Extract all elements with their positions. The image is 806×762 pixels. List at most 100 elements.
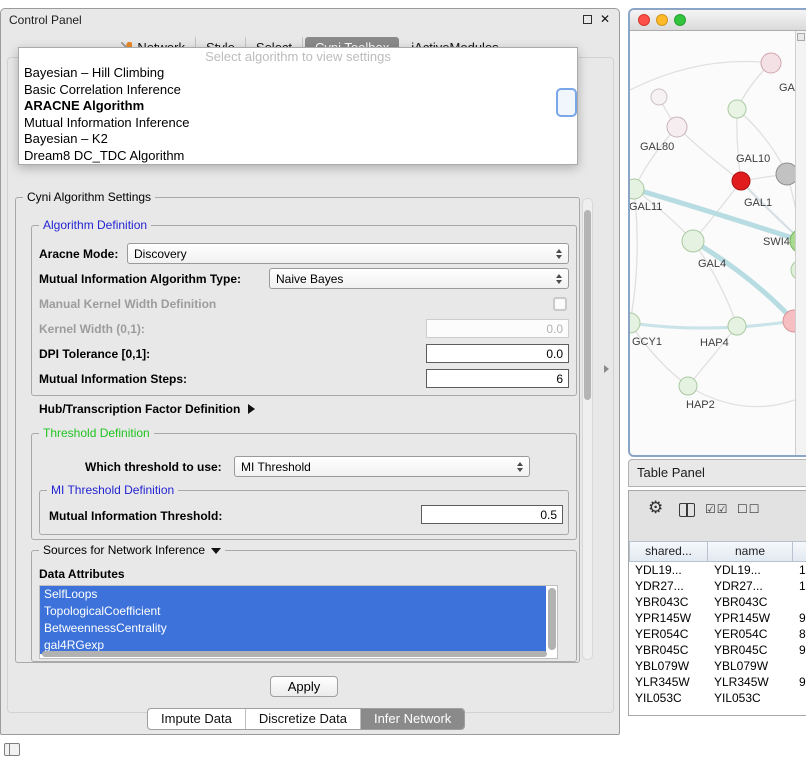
node-label-hap4: HAP4 [700,337,729,349]
table-cell: YDL19... [708,562,793,578]
restore-panel-icon[interactable] [4,743,20,756]
table-cell: 8. [793,626,806,642]
threshold-definition-title: Threshold Definition [39,426,154,440]
table-row[interactable]: YBR043CYBR043C [629,594,806,610]
network-node[interactable] [630,313,640,333]
hub-section-label: Hub/Transcription Factor Definition [39,402,240,416]
deselect-all-checkboxes-icon[interactable]: ☐☐ [737,502,761,516]
mode-tab-infer-network[interactable]: Infer Network [361,709,464,729]
algorithm-option-mutual-information-inference[interactable]: Mutual Information Inference [19,115,577,132]
close-traffic-light[interactable] [638,14,650,26]
which-threshold-select[interactable]: MI Threshold [234,456,530,477]
table-row[interactable]: YIL053CYIL053C [629,690,806,706]
data-attributes-label: Data Attributes [39,567,125,581]
table-row[interactable]: YBR045CYBR045C9. [629,642,806,658]
mode-tab-discretize-data[interactable]: Discretize Data [246,709,361,729]
aracne-mode-value: Discovery [134,247,187,261]
algorithm-option-bayesian-k2[interactable]: Bayesian – K2 [19,131,577,148]
table-cell: YIL053C [629,690,708,706]
which-threshold-value: MI Threshold [241,460,311,474]
algorithm-option-dream8-dc-tdc-algorithm[interactable]: Dream8 DC_TDC Algorithm [19,148,577,165]
mi-steps-field[interactable]: 6 [426,369,569,388]
node-label-gal1: GAL1 [744,197,772,209]
network-node[interactable] [679,377,697,395]
network-window-titlebar[interactable] [630,10,806,31]
network-scrollbar-button[interactable] [797,33,805,41]
algorithm-option-bayesian-hill-climbing[interactable]: Bayesian – Hill Climbing [19,65,577,82]
attribute-item-selfloops[interactable]: SelfLoops [40,586,546,603]
float-window-icon[interactable] [583,15,592,24]
data-attributes-list[interactable]: SelfLoopsTopologicalCoefficientBetweenne… [39,585,558,659]
table-cell: YDR27... [629,578,708,594]
list-vertical-scrollbar-thumb[interactable] [548,588,556,650]
hub-section-toggle[interactable]: Hub/Transcription Factor Definition [39,402,255,416]
table-cell: YER054C [708,626,793,642]
table-row[interactable]: YDL19...YDL19...13 [629,562,806,578]
table-cell: 12 [793,578,806,594]
which-threshold-label: Which threshold to use: [85,460,222,474]
node-label-swi4: SWI4 [763,236,790,248]
table-column-header[interactable]: shared... [629,541,708,562]
table-column-header[interactable] [793,541,806,562]
network-node[interactable] [682,230,704,252]
network-node[interactable] [732,172,750,190]
network-node[interactable] [728,100,746,118]
mi-algorithm-type-value: Naive Bayes [276,272,343,286]
kernel-width-field[interactable]: 0.0 [426,319,569,338]
network-node[interactable] [651,89,667,105]
expand-right-icon [248,404,255,414]
network-node[interactable] [630,179,644,199]
minimize-traffic-light[interactable] [656,14,668,26]
select-all-checkboxes-icon[interactable]: ☑☑ [705,502,729,516]
algorithm-definition-title: Algorithm Definition [39,218,151,232]
table-cell: YPR145W [629,610,708,626]
network-scrollbar[interactable] [795,31,806,455]
attribute-item-betweennesscentrality[interactable]: BetweennessCentrality [40,620,546,637]
table-cell: 9. [793,674,806,690]
control-panel-titlebar[interactable]: Control Panel ✕ [1,9,619,31]
table-row[interactable]: YBL079WYBL079W [629,658,806,674]
gear-icon[interactable]: ⚙ [648,498,663,518]
dpi-tolerance-field[interactable]: 0.0 [426,344,569,363]
algorithm-option-aracne-algorithm[interactable]: ARACNE Algorithm [19,98,577,115]
control-panel-title: Control Panel [9,13,82,27]
sources-group-title: Sources for Network Inference [43,543,205,557]
mode-tab-impute-data[interactable]: Impute Data [148,709,246,729]
table-row[interactable]: YLR345WYLR345W9. [629,674,806,690]
list-horizontal-scrollbar-thumb[interactable] [42,651,547,657]
network-node[interactable] [728,317,746,335]
zoom-traffic-light[interactable] [674,14,686,26]
table-cell: YBL079W [708,658,793,674]
table-row[interactable]: YDR27...YDR27...12 [629,578,806,594]
table-column-header[interactable]: name [708,541,793,562]
refresh-button-fragment[interactable] [556,88,577,117]
mi-algorithm-type-select[interactable]: Naive Bayes [269,268,569,289]
algorithm-dropdown-placeholder: Select algorithm to view settings [19,48,577,65]
close-icon[interactable]: ✕ [600,12,610,26]
table-cell [793,658,806,674]
cyni-settings-group-title: Cyni Algorithm Settings [23,190,155,204]
settings-scrollbar[interactable] [582,198,593,660]
sources-group-toggle[interactable]: Sources for Network Inference [39,543,225,557]
table-row[interactable]: YER054CYER054C8. [629,626,806,642]
node-label-gal10: GAL10 [736,153,770,165]
table-panel-header[interactable]: Table Panel [628,459,806,487]
mi-algorithm-type-label: Mutual Information Algorithm Type: [39,272,241,286]
node-label-gal11: GAL11 [630,201,662,213]
apply-button[interactable]: Apply [270,676,338,697]
columns-icon[interactable] [679,503,695,517]
network-canvas[interactable]: GAL8GAL80GAL10GAL11GAL1SWI4GAL4GCY1HAP4H… [630,31,795,456]
settings-scrollbar-thumb[interactable] [584,210,591,400]
network-node[interactable] [667,117,687,137]
table-row[interactable]: YPR145WYPR145W9. [629,610,806,626]
attribute-item-topologicalcoefficient[interactable]: TopologicalCoefficient [40,603,546,620]
aracne-mode-select[interactable]: Discovery [127,243,569,264]
algorithm-option-basic-correlation-inference[interactable]: Basic Correlation Inference [19,82,577,99]
manual-kernel-checkbox[interactable] [553,297,567,311]
panel-splitter-arrow[interactable] [604,365,609,373]
table-cell: YBL079W [629,658,708,674]
network-node[interactable] [776,163,795,185]
network-node[interactable] [761,53,781,73]
mi-threshold-field[interactable]: 0.5 [421,505,563,524]
bottom-mode-tabs: Impute DataDiscretize DataInfer Network [147,708,465,730]
